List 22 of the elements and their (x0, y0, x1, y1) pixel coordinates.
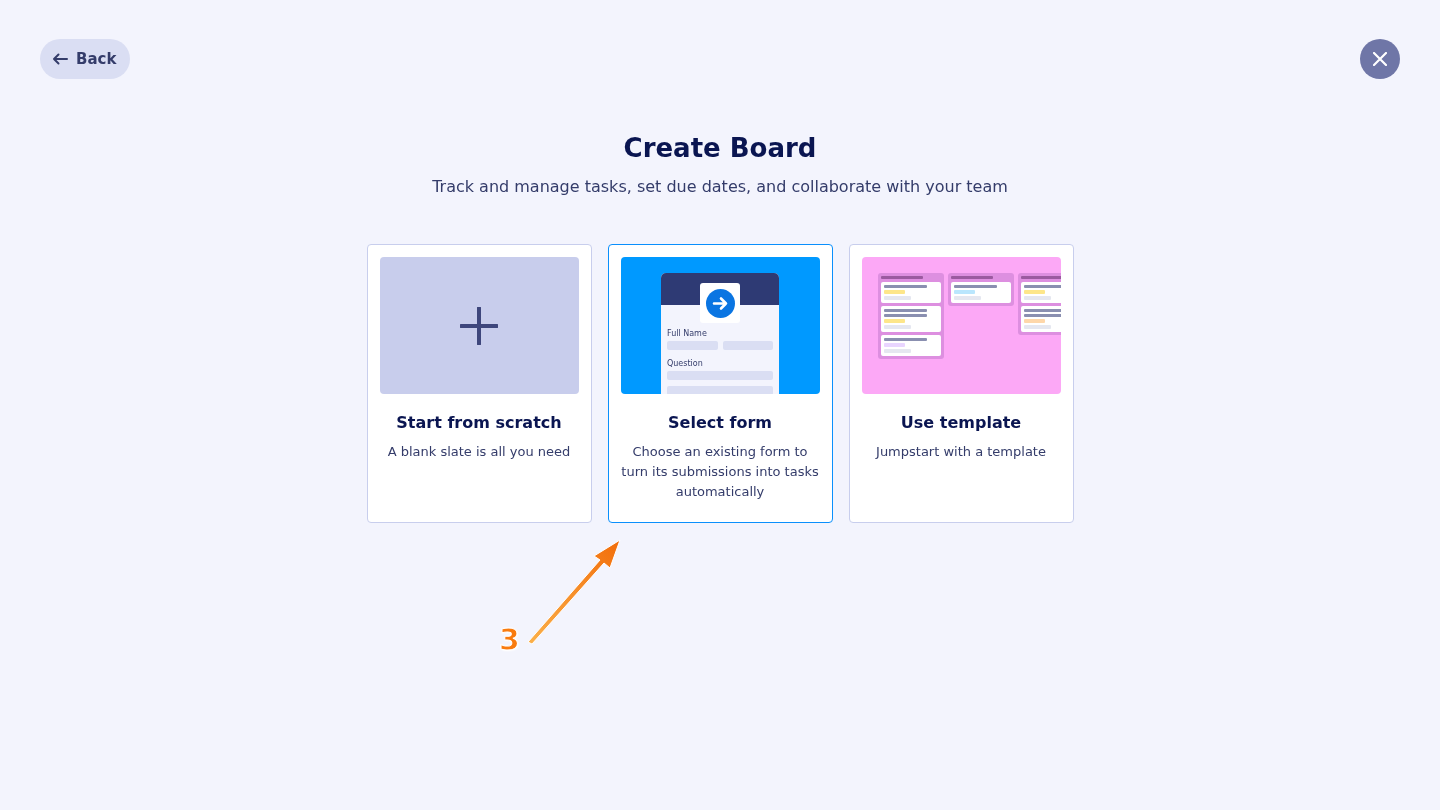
option-card[interactable]: Start from scratch A blank slate is all you need (366, 244, 592, 523)
close-button[interactable] (1360, 39, 1400, 79)
arrow-right-icon (705, 288, 735, 318)
option-card[interactable]: Full Name Question Select form Choose an existing form to turn its submissions into tasks automatically (607, 244, 833, 523)
option-title: Select form (668, 413, 772, 432)
arrow-left-icon (52, 53, 68, 65)
option-card[interactable]: Use template Jumpstart with a template (848, 244, 1074, 523)
step-number: 3 (499, 622, 520, 657)
input-placeholder (722, 341, 773, 350)
field-label: Question (667, 359, 703, 368)
input-placeholder (667, 341, 718, 350)
page-subtitle: Track and manage tasks, set due dates, and collaborate with your team (431, 177, 1009, 196)
back-button[interactable]: Back (40, 39, 131, 79)
field-label: Full Name (667, 329, 707, 338)
option-title: Start from scratch (396, 413, 562, 432)
plus-icon (460, 306, 498, 345)
close-icon (1373, 52, 1387, 66)
option-title: Use template (900, 413, 1022, 432)
page-title: Create Board (622, 133, 818, 163)
option-description: Choose an existing form to turn its submissions into tasks automatically (620, 443, 820, 501)
option-description: Jumpstart with a template (876, 443, 1046, 461)
option-description: A blank slate is all you need (387, 443, 571, 461)
